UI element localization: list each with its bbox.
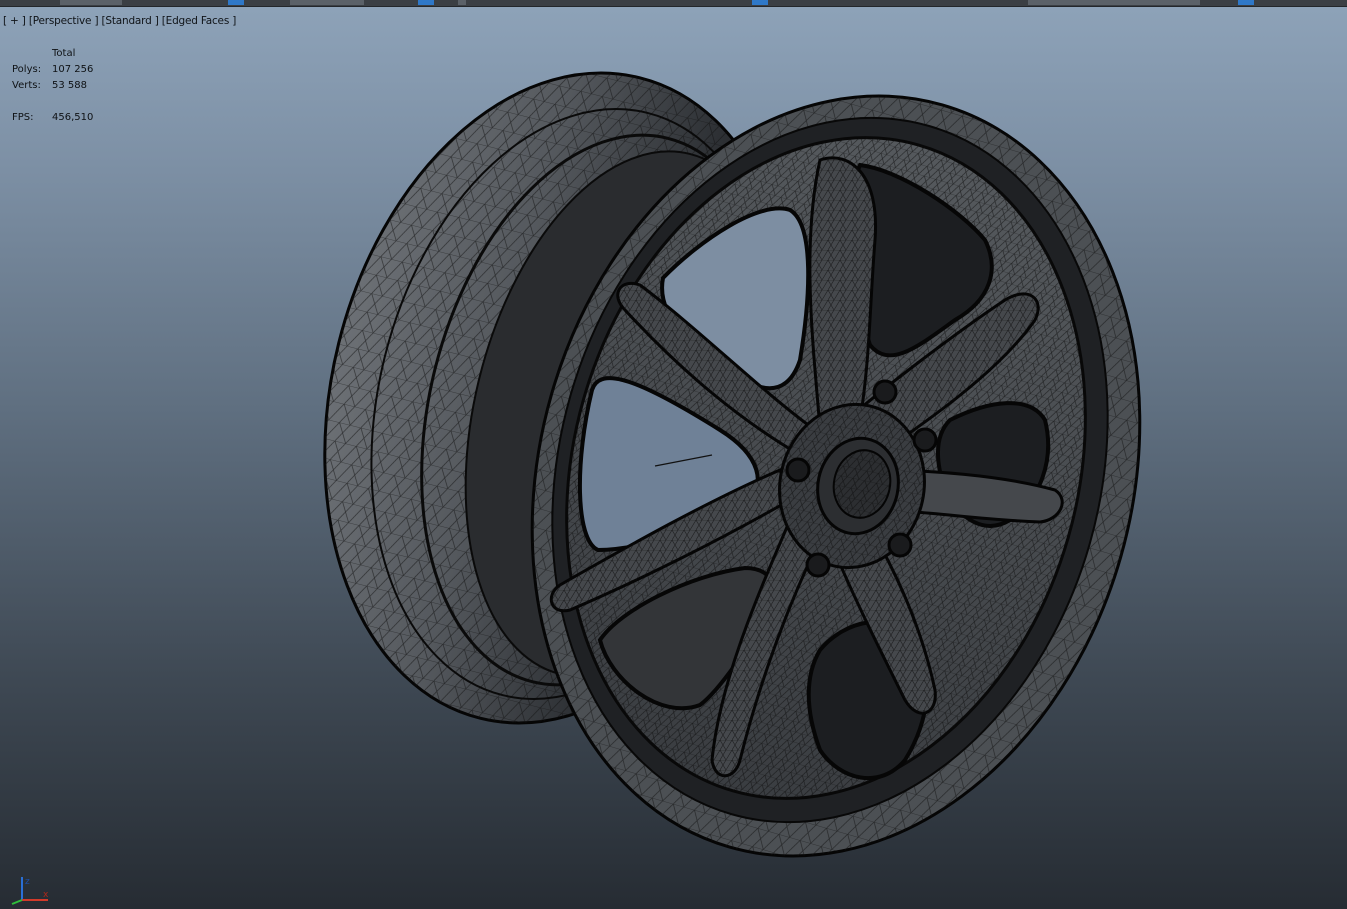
xyz-axis-icon: z x — [11, 877, 49, 905]
svg-text:z: z — [25, 877, 30, 887]
lug-hole — [872, 379, 898, 405]
lug-hole — [887, 532, 913, 558]
svg-text:x: x — [43, 890, 49, 900]
lug-hole — [912, 427, 938, 453]
lug-hole — [785, 457, 811, 483]
lug-hole — [805, 552, 831, 578]
viewport-scene[interactable] — [0, 0, 1347, 909]
